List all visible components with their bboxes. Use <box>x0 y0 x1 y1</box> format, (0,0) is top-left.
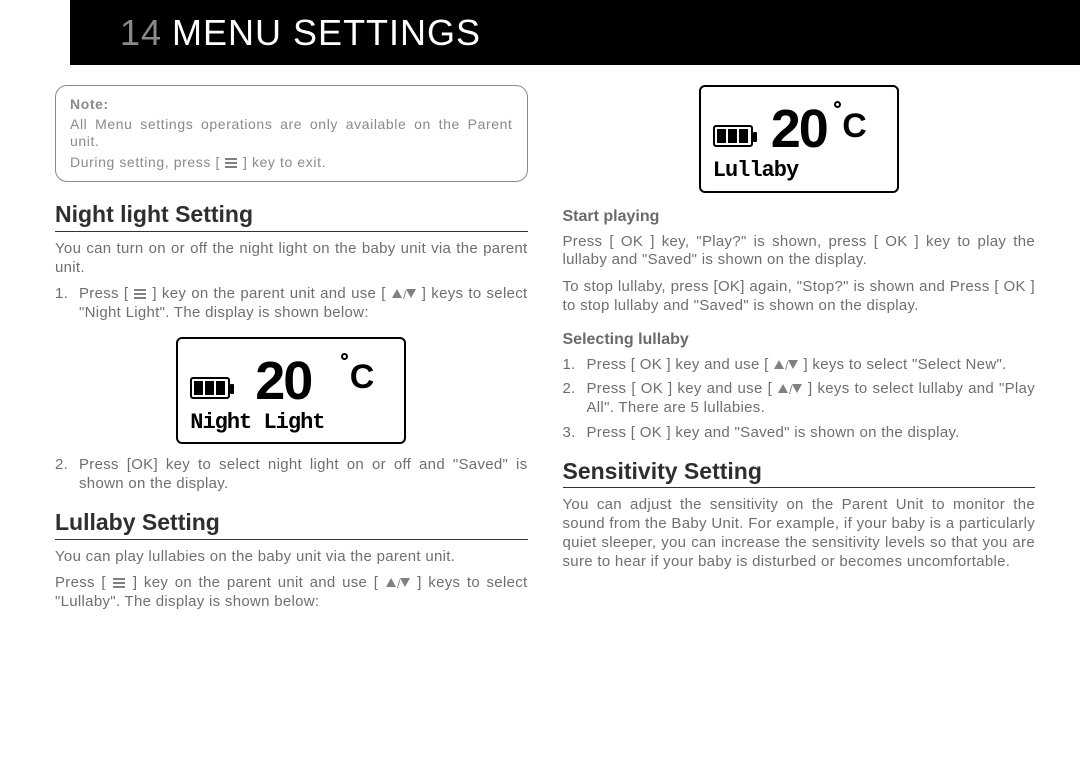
night-light-heading: Night light Setting <box>55 200 528 232</box>
page-number: 14 <box>120 10 162 55</box>
start-playing-heading: Start playing <box>563 207 1036 227</box>
degree-icon <box>834 101 841 108</box>
lcd-temperature: 20 <box>771 107 827 153</box>
start-playing-p1: Press [ OK ] key, "Play?" is shown, pres… <box>563 233 1036 271</box>
up-down-key-icon: / <box>385 577 411 589</box>
list-item: Press [OK] key to select night light on … <box>55 456 528 494</box>
note-text-1: All Menu settings operations are only av… <box>70 116 513 151</box>
list-item: Press [ OK ] key and use [ / ] keys to s… <box>563 380 1036 418</box>
sensitivity-heading: Sensitivity Setting <box>563 457 1036 489</box>
lullaby-instruction: Press [ ] key on the parent unit and use… <box>55 574 528 612</box>
svg-text:/: / <box>397 577 401 589</box>
lcd-unit: C <box>350 356 375 399</box>
battery-icon <box>713 125 753 147</box>
battery-icon <box>190 377 230 399</box>
list-item: Press [ OK ] key and use [ / ] keys to s… <box>563 356 1036 375</box>
sensitivity-intro: You can adjust the sensitivity on the Pa… <box>563 496 1036 571</box>
list-item: Press [ OK ] key and "Saved" is shown on… <box>563 424 1036 443</box>
svg-text:/: / <box>789 383 793 395</box>
lullaby-heading: Lullaby Setting <box>55 508 528 540</box>
page-title: MENU SETTINGS <box>172 10 481 55</box>
lullaby-intro: You can play lullabies on the baby unit … <box>55 548 528 567</box>
menu-key-icon <box>224 157 238 169</box>
lcd-display-lullaby: 20 C Lullaby <box>563 85 1036 193</box>
selecting-lullaby-heading: Selecting lullaby <box>563 330 1036 350</box>
night-light-intro: You can turn on or off the night light o… <box>55 240 528 278</box>
up-down-key-icon: / <box>773 359 799 371</box>
menu-key-icon <box>112 577 126 589</box>
note-text-2: During setting, press [ ] key to exit. <box>70 154 513 172</box>
up-down-key-icon: / <box>777 383 803 395</box>
selecting-lullaby-steps: Press [ OK ] key and use [ / ] keys to s… <box>563 356 1036 443</box>
note-box: Note: All Menu settings operations are o… <box>55 85 528 182</box>
start-playing-p2: To stop lullaby, press [OK] again, "Stop… <box>563 278 1036 316</box>
list-item: Press [ ] key on the parent unit and use… <box>55 285 528 323</box>
night-light-steps: Press [ ] key on the parent unit and use… <box>55 285 528 323</box>
menu-key-icon <box>133 288 147 300</box>
note-label: Note: <box>70 96 513 114</box>
lcd-temperature: 20 <box>255 359 311 405</box>
night-light-steps-2: Press [OK] key to select night light on … <box>55 456 528 494</box>
degree-icon <box>341 353 348 360</box>
up-down-key-icon: / <box>391 288 417 300</box>
svg-text:/: / <box>403 288 407 300</box>
lcd-menu-text: Night Light <box>190 409 392 437</box>
lcd-menu-text: Lullaby <box>713 157 885 185</box>
header-bar: 14 MENU SETTINGS <box>70 0 1080 65</box>
lcd-display-night-light: 20 C Night Light <box>55 337 528 445</box>
lcd-unit: C <box>842 105 867 148</box>
svg-text:/: / <box>785 359 789 371</box>
